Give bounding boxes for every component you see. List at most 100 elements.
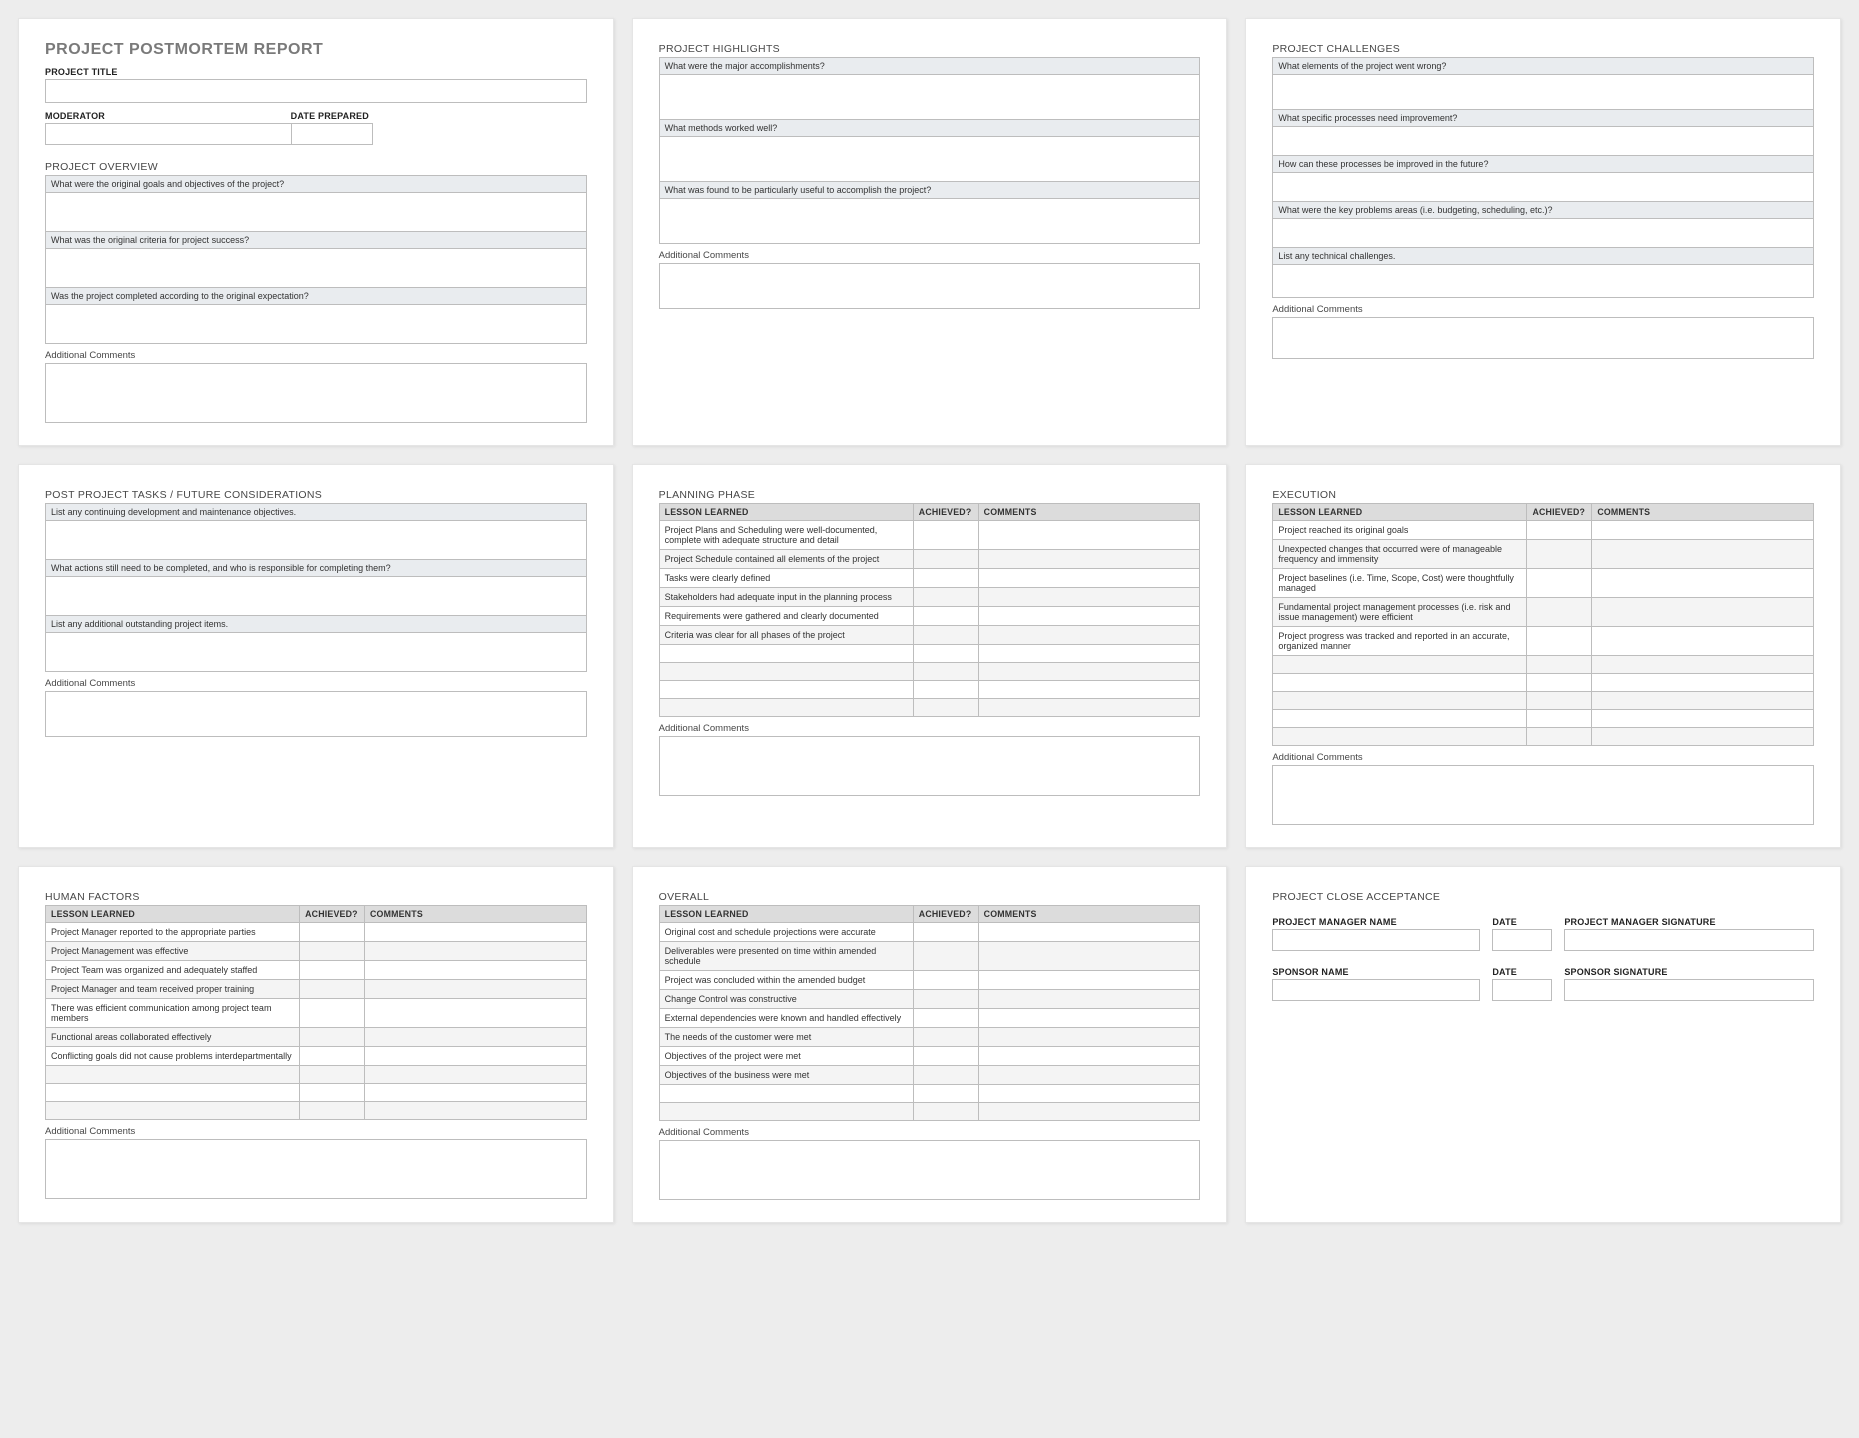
comments-cell[interactable] xyxy=(1592,692,1814,710)
comments-cell[interactable] xyxy=(1592,540,1814,569)
overview-additional-input[interactable] xyxy=(45,363,587,423)
postproject-additional-input[interactable] xyxy=(45,691,587,737)
overview-q2-input[interactable] xyxy=(45,248,587,288)
comments-cell[interactable] xyxy=(978,1066,1200,1085)
achieved-cell[interactable] xyxy=(913,971,978,990)
date-prepared-input[interactable] xyxy=(291,123,373,145)
comments-cell[interactable] xyxy=(978,663,1200,681)
comments-cell[interactable] xyxy=(364,942,586,961)
comments-cell[interactable] xyxy=(1592,627,1814,656)
achieved-cell[interactable] xyxy=(913,569,978,588)
comments-cell[interactable] xyxy=(364,961,586,980)
comments-cell[interactable] xyxy=(978,1047,1200,1066)
challenges-q3-input[interactable] xyxy=(1272,172,1814,202)
achieved-cell[interactable] xyxy=(913,626,978,645)
achieved-cell[interactable] xyxy=(300,1084,365,1102)
pm-sig-input[interactable] xyxy=(1564,929,1814,951)
execution-additional-input[interactable] xyxy=(1272,765,1814,825)
achieved-cell[interactable] xyxy=(913,990,978,1009)
challenges-additional-input[interactable] xyxy=(1272,317,1814,359)
achieved-cell[interactable] xyxy=(913,923,978,942)
achieved-cell[interactable] xyxy=(1527,656,1592,674)
comments-cell[interactable] xyxy=(978,971,1200,990)
comments-cell[interactable] xyxy=(364,1047,586,1066)
achieved-cell[interactable] xyxy=(1527,674,1592,692)
comments-cell[interactable] xyxy=(978,942,1200,971)
highlights-additional-input[interactable] xyxy=(659,263,1201,309)
achieved-cell[interactable] xyxy=(913,521,978,550)
comments-cell[interactable] xyxy=(1592,521,1814,540)
achieved-cell[interactable] xyxy=(300,1028,365,1047)
postproject-q3-input[interactable] xyxy=(45,632,587,672)
comments-cell[interactable] xyxy=(1592,728,1814,746)
achieved-cell[interactable] xyxy=(300,1066,365,1084)
project-title-input[interactable] xyxy=(45,79,587,103)
comments-cell[interactable] xyxy=(978,923,1200,942)
human-additional-input[interactable] xyxy=(45,1139,587,1199)
comments-cell[interactable] xyxy=(364,980,586,999)
achieved-cell[interactable] xyxy=(913,699,978,717)
achieved-cell[interactable] xyxy=(300,961,365,980)
comments-cell[interactable] xyxy=(978,990,1200,1009)
achieved-cell[interactable] xyxy=(913,645,978,663)
comments-cell[interactable] xyxy=(978,645,1200,663)
achieved-cell[interactable] xyxy=(1527,710,1592,728)
achieved-cell[interactable] xyxy=(913,663,978,681)
challenges-q1-input[interactable] xyxy=(1272,74,1814,110)
comments-cell[interactable] xyxy=(978,569,1200,588)
comments-cell[interactable] xyxy=(1592,674,1814,692)
comments-cell[interactable] xyxy=(978,1028,1200,1047)
comments-cell[interactable] xyxy=(364,923,586,942)
achieved-cell[interactable] xyxy=(1527,728,1592,746)
comments-cell[interactable] xyxy=(978,607,1200,626)
comments-cell[interactable] xyxy=(978,681,1200,699)
pm-date-input[interactable] xyxy=(1492,929,1552,951)
highlights-q3-input[interactable] xyxy=(659,198,1201,244)
achieved-cell[interactable] xyxy=(913,1009,978,1028)
comments-cell[interactable] xyxy=(978,521,1200,550)
achieved-cell[interactable] xyxy=(300,999,365,1028)
highlights-q1-input[interactable] xyxy=(659,74,1201,120)
achieved-cell[interactable] xyxy=(913,1085,978,1103)
comments-cell[interactable] xyxy=(1592,656,1814,674)
achieved-cell[interactable] xyxy=(913,1066,978,1085)
comments-cell[interactable] xyxy=(364,1028,586,1047)
achieved-cell[interactable] xyxy=(300,942,365,961)
comments-cell[interactable] xyxy=(364,999,586,1028)
achieved-cell[interactable] xyxy=(913,607,978,626)
overview-q1-input[interactable] xyxy=(45,192,587,232)
planning-additional-input[interactable] xyxy=(659,736,1201,796)
comments-cell[interactable] xyxy=(364,1066,586,1084)
achieved-cell[interactable] xyxy=(1527,692,1592,710)
achieved-cell[interactable] xyxy=(300,980,365,999)
achieved-cell[interactable] xyxy=(913,588,978,607)
comments-cell[interactable] xyxy=(1592,598,1814,627)
sponsor-name-input[interactable] xyxy=(1272,979,1480,1001)
overview-q3-input[interactable] xyxy=(45,304,587,344)
comments-cell[interactable] xyxy=(1592,710,1814,728)
comments-cell[interactable] xyxy=(978,626,1200,645)
sponsor-sig-input[interactable] xyxy=(1564,979,1814,1001)
comments-cell[interactable] xyxy=(364,1102,586,1120)
achieved-cell[interactable] xyxy=(300,1047,365,1066)
overall-additional-input[interactable] xyxy=(659,1140,1201,1200)
challenges-q5-input[interactable] xyxy=(1272,264,1814,298)
challenges-q2-input[interactable] xyxy=(1272,126,1814,156)
achieved-cell[interactable] xyxy=(913,1103,978,1121)
achieved-cell[interactable] xyxy=(1527,569,1592,598)
moderator-input[interactable] xyxy=(45,123,292,145)
comments-cell[interactable] xyxy=(978,1103,1200,1121)
sponsor-date-input[interactable] xyxy=(1492,979,1552,1001)
comments-cell[interactable] xyxy=(978,588,1200,607)
challenges-q4-input[interactable] xyxy=(1272,218,1814,248)
comments-cell[interactable] xyxy=(978,1085,1200,1103)
highlights-q2-input[interactable] xyxy=(659,136,1201,182)
comments-cell[interactable] xyxy=(364,1084,586,1102)
achieved-cell[interactable] xyxy=(913,681,978,699)
achieved-cell[interactable] xyxy=(300,923,365,942)
pm-name-input[interactable] xyxy=(1272,929,1480,951)
achieved-cell[interactable] xyxy=(1527,521,1592,540)
comments-cell[interactable] xyxy=(978,699,1200,717)
achieved-cell[interactable] xyxy=(913,550,978,569)
comments-cell[interactable] xyxy=(978,550,1200,569)
